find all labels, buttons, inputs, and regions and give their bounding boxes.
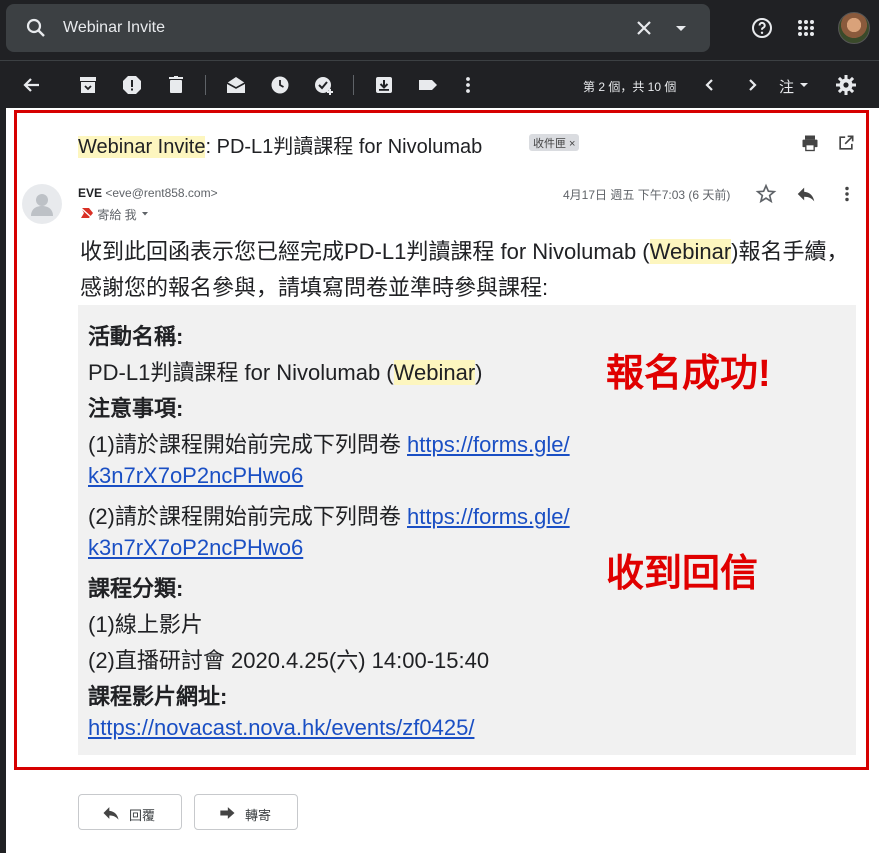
email-date: 4月17日 週五 下午7:03 (6 天前)	[563, 188, 731, 202]
annotation-reply-received: 收到回信	[606, 553, 759, 595]
recipient-text: 寄給 我	[97, 208, 137, 222]
inbox-label-chip[interactable]: 收件匣 ×	[529, 134, 580, 151]
more-vert-icon[interactable]	[456, 73, 480, 97]
show-details-icon[interactable]	[140, 209, 150, 219]
archive-icon[interactable]	[76, 73, 100, 97]
note-2-link-cont: k3n7rX7oP2ncPHwo6	[88, 535, 303, 561]
pager-count: 第 2 個，共 10 個	[583, 80, 677, 94]
activity-highlight: Webinar	[393, 360, 476, 385]
report-spam-icon[interactable]	[120, 73, 144, 97]
note-1: (1)請於課程開始前完成下列問卷 https://forms.gle/	[88, 427, 570, 459]
more-options-icon[interactable]	[836, 183, 858, 205]
search-box[interactable]: Webinar Invite	[6, 4, 710, 52]
account-avatar[interactable]	[838, 12, 870, 44]
sender: EVE <eve@rent858.com>	[78, 186, 218, 200]
email-intro: 收到此回函表示您已經完成PD-L1判讀課程 for Nivolumab (Web…	[80, 234, 860, 306]
subject-highlight: Webinar Invite	[78, 136, 206, 158]
category-1: (1)線上影片	[88, 612, 203, 637]
search-icon[interactable]	[24, 16, 48, 40]
snooze-icon[interactable]	[268, 73, 292, 97]
note-1-link-part2[interactable]: k3n7rX7oP2ncPHwo6	[88, 463, 303, 488]
reply-label: 回覆	[129, 808, 156, 823]
note-2-link[interactable]: https://forms.gle/	[407, 504, 570, 529]
clear-search-icon[interactable]	[632, 16, 656, 40]
move-to-icon[interactable]	[372, 73, 396, 97]
top-bar: Webinar Invite	[0, 0, 879, 60]
reply-icon[interactable]	[795, 183, 817, 205]
video-link-line: https://novacast.nova.hk/events/zf0425/	[88, 715, 474, 741]
forward-label: 轉寄	[245, 808, 272, 823]
open-new-window-icon[interactable]	[836, 133, 856, 153]
category-2: (2)直播研討會 2020.4.25(六) 14:00-15:40	[88, 648, 490, 673]
settings-gear-icon[interactable]	[834, 73, 858, 97]
forward-arrow-icon	[217, 803, 237, 823]
annotation-registration-success: 報名成功!	[606, 353, 771, 395]
activity-prefix: PD-L1判讀課程 for Nivolumab (	[88, 360, 394, 385]
note-2-link-part2[interactable]: k3n7rX7oP2ncPHwo6	[88, 535, 303, 560]
toolbar-divider	[205, 75, 206, 95]
forward-button[interactable]: 轉寄	[194, 794, 298, 830]
intro-highlight: Webinar	[649, 239, 732, 264]
delete-icon[interactable]	[164, 73, 188, 97]
subject-rest: : PD-L1判讀課程 for Nivolumab	[205, 136, 483, 158]
sender-avatar	[22, 184, 62, 224]
recipient-line[interactable]: 寄給 我	[80, 206, 150, 223]
newer-chevron-right-icon[interactable]	[740, 73, 764, 97]
notes-label: 注意事項:	[88, 396, 184, 421]
star-icon[interactable]	[755, 183, 777, 205]
note-1-link[interactable]: https://forms.gle/	[407, 432, 570, 457]
input-tools-button[interactable]: 注	[779, 76, 794, 97]
sender-name: EVE	[78, 186, 103, 200]
sender-email: <eve@rent858.com>	[105, 186, 218, 200]
video-label: 課程影片網址:	[88, 684, 228, 709]
older-chevron-left-icon[interactable]	[698, 73, 722, 97]
add-task-icon[interactable]	[312, 73, 336, 97]
important-marker-icon[interactable]	[80, 207, 94, 219]
input-tools-dropdown-icon[interactable]	[797, 75, 811, 99]
activity-name: PD-L1判讀課程 for Nivolumab (Webinar)	[88, 355, 483, 387]
note-1-link-cont: k3n7rX7oP2ncPHwo6	[88, 463, 303, 489]
back-arrow-icon[interactable]	[20, 73, 44, 97]
category-label: 課程分類:	[88, 576, 184, 601]
search-input[interactable]: Webinar Invite	[63, 19, 165, 37]
reply-button[interactable]: 回覆	[78, 794, 182, 830]
label-icon[interactable]	[416, 73, 440, 97]
toolbar-divider	[353, 75, 354, 95]
reply-arrow-icon	[101, 803, 121, 823]
note-2: (2)請於課程開始前完成下列問卷 https://forms.gle/	[88, 499, 570, 531]
search-options-icon[interactable]	[669, 16, 693, 40]
intro-part1: 收到此回函表示您已經完成PD-L1判讀課程 for Nivolumab (	[80, 239, 650, 264]
print-icon[interactable]	[800, 133, 820, 153]
note-1-text: (1)請於課程開始前完成下列問卷	[88, 432, 408, 457]
activity-label: 活動名稱:	[88, 324, 184, 349]
help-icon[interactable]	[750, 16, 774, 40]
note-2-text: (2)請於課程開始前完成下列問卷	[88, 504, 408, 529]
message-toolbar: 第 2 個，共 10 個 注	[0, 60, 879, 108]
mark-unread-icon[interactable]	[224, 73, 248, 97]
email-subject: Webinar Invite: PD-L1判讀課程 for Nivolumab	[78, 130, 482, 159]
activity-suffix: )	[475, 360, 483, 385]
apps-grid-icon[interactable]	[794, 16, 818, 40]
video-link[interactable]: https://novacast.nova.hk/events/zf0425/	[88, 715, 474, 740]
